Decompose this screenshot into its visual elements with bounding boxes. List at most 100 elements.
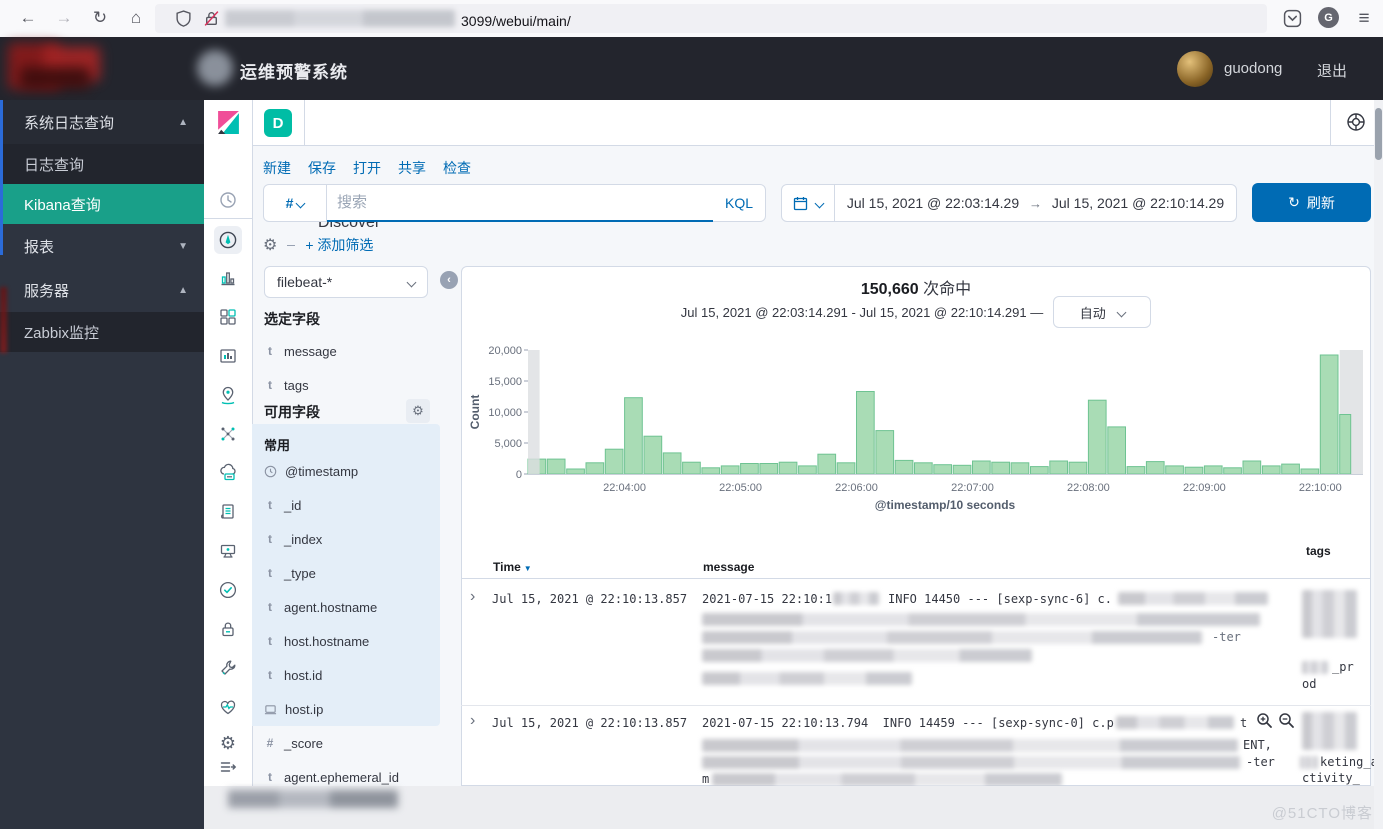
back-icon[interactable]: ← — [16, 8, 40, 28]
row-divider — [461, 705, 1371, 706]
field-agent-hostname[interactable]: t agent.hostname — [252, 592, 440, 622]
interval-select[interactable]: 自动 — [1053, 296, 1151, 328]
field-index[interactable]: t _index — [252, 524, 440, 554]
expand-row-icon[interactable]: › — [470, 588, 475, 606]
pocket-icon[interactable] — [1283, 9, 1302, 28]
nav-item-servers[interactable]: 服务器 ▲ — [0, 268, 204, 312]
field-score[interactable]: # _score — [252, 728, 440, 758]
uptime-icon[interactable] — [218, 580, 238, 600]
field-host-ip[interactable]: host.ip — [252, 694, 440, 724]
collapse-nav-icon[interactable] — [218, 757, 238, 777]
nav-item-system-log-query[interactable]: 系统日志查询 ▲ — [0, 100, 204, 144]
open-button[interactable]: 打开 — [353, 158, 381, 178]
column-header-time[interactable]: Time▼ — [493, 560, 532, 574]
filter-for-value-icon[interactable] — [1256, 712, 1273, 729]
refresh-button[interactable]: ↻ 刷新 — [1252, 183, 1371, 222]
account-avatar[interactable]: G — [1318, 7, 1339, 28]
field-host-hostname[interactable]: t host.hostname — [252, 626, 440, 656]
dev-tools-icon[interactable] — [218, 658, 238, 678]
nav-label: 服务器 — [24, 280, 69, 301]
visualize-icon[interactable] — [218, 268, 238, 288]
query-language-dropdown[interactable]: # — [264, 185, 327, 221]
nav-item-log-query[interactable]: 日志查询 — [0, 144, 204, 184]
save-button[interactable]: 保存 — [308, 158, 336, 178]
field-settings-gear-icon[interactable]: ⚙ — [406, 399, 430, 423]
filter-gear-icon[interactable]: ⚙ — [263, 235, 277, 255]
redacted-org-logo — [197, 50, 233, 86]
index-pattern-select[interactable]: filebeat-* — [264, 266, 428, 298]
username[interactable]: guodong — [1224, 60, 1282, 77]
scrollbar[interactable] — [1374, 100, 1383, 829]
reload-icon[interactable]: ↻ — [88, 8, 112, 28]
field-timestamp[interactable]: @timestamp — [252, 456, 440, 486]
row-tags-fragment: keting_a — [1320, 755, 1378, 769]
ip-field-icon — [264, 703, 277, 716]
discover-icon[interactable] — [218, 230, 238, 250]
stack-monitoring-icon[interactable] — [218, 697, 238, 717]
canvas-icon[interactable] — [218, 346, 238, 366]
time-from[interactable]: Jul 15, 2021 @ 22:03:14.29 — [847, 195, 1019, 211]
nav-item-reports[interactable]: 报表 ▼ — [0, 224, 204, 268]
histogram-chart[interactable]: 05,00010,00015,00020,00022:04:0022:05:00… — [469, 336, 1365, 496]
management-icon[interactable]: ⚙ — [218, 733, 238, 753]
row-message-fragment: t — [1240, 716, 1247, 730]
chevron-down-icon — [296, 198, 306, 208]
field-id[interactable]: t _id — [252, 490, 440, 520]
svg-text:22:05:00: 22:05:00 — [719, 482, 762, 494]
new-button[interactable]: 新建 — [263, 158, 291, 178]
maps-icon[interactable] — [218, 385, 238, 405]
search-input[interactable] — [327, 184, 713, 222]
home-icon[interactable]: ⌂ — [124, 8, 148, 28]
kibana-logo[interactable] — [216, 110, 241, 135]
row-message-fragment: m — [702, 772, 709, 786]
user-avatar[interactable] — [1177, 51, 1213, 87]
help-icon[interactable] — [1346, 112, 1366, 132]
recently-viewed-icon[interactable] — [218, 190, 238, 210]
nav-item-zabbix[interactable]: Zabbix监控 — [0, 312, 204, 352]
redacted-tags — [1300, 756, 1318, 769]
divider — [204, 218, 252, 219]
field-message[interactable]: t message — [252, 336, 440, 366]
collapse-sidebar-button[interactable]: ‹ — [440, 271, 458, 289]
time-range[interactable]: Jul 15, 2021 @ 22:03:14.29 → Jul 15, 202… — [835, 195, 1236, 211]
machine-learning-icon[interactable] — [218, 424, 238, 444]
scrollbar-thumb[interactable] — [1375, 108, 1382, 160]
row-message-part: 2021-07-15 22:10:13.794 INFO 14459 --- [… — [702, 716, 1114, 730]
share-button[interactable]: 共享 — [398, 158, 426, 178]
caret-up-icon: ▲ — [178, 117, 188, 128]
column-header-tags[interactable]: tags — [1306, 544, 1331, 558]
row-message-part: INFO 14450 --- [sexp-sync-6] c. — [888, 592, 1112, 606]
field-host-id[interactable]: t host.id — [252, 660, 440, 690]
logout-button[interactable]: 退出 — [1317, 60, 1347, 81]
row-time[interactable]: Jul 15, 2021 @ 22:10:13.857 — [492, 592, 687, 606]
inspect-button[interactable]: 检查 — [443, 158, 471, 178]
filter-out-value-icon[interactable] — [1278, 712, 1295, 729]
url-text[interactable]: 3099/webui/main/ — [461, 13, 571, 29]
dashboard-icon[interactable] — [218, 307, 238, 327]
url-bar[interactable]: 3099/webui/main/ ★ — [155, 4, 1267, 33]
shield-icon[interactable] — [175, 10, 192, 27]
window-edge-artifact — [0, 287, 7, 353]
forward-icon[interactable]: → — [52, 8, 76, 28]
redacted-watermark — [228, 790, 398, 808]
text-field-icon: t — [264, 532, 276, 546]
metrics-icon[interactable] — [218, 463, 238, 483]
siem-icon[interactable] — [218, 619, 238, 639]
nav-item-kibana-query[interactable]: Kibana查询 — [0, 184, 204, 224]
time-to[interactable]: Jul 15, 2021 @ 22:10:14.29 — [1052, 195, 1224, 211]
svg-text:20,000: 20,000 — [488, 345, 522, 357]
field-type[interactable]: t _type — [252, 558, 440, 588]
add-filter-button[interactable]: + 添加筛选 — [305, 235, 373, 255]
kql-label[interactable]: KQL — [713, 195, 765, 211]
menu-icon[interactable]: ≡ — [1352, 8, 1376, 30]
column-header-message[interactable]: message — [703, 560, 754, 574]
lock-insecure-icon[interactable] — [203, 10, 220, 27]
sort-desc-icon[interactable]: ▼ — [524, 564, 532, 573]
logs-icon[interactable] — [218, 502, 238, 522]
expand-row-icon[interactable]: › — [470, 712, 475, 730]
redacted-text — [702, 631, 1202, 644]
row-time[interactable]: Jul 15, 2021 @ 22:10:13.857 — [492, 716, 687, 730]
field-tags[interactable]: t tags — [252, 370, 440, 400]
calendar-dropdown[interactable] — [782, 185, 835, 221]
apm-icon[interactable] — [218, 541, 238, 561]
